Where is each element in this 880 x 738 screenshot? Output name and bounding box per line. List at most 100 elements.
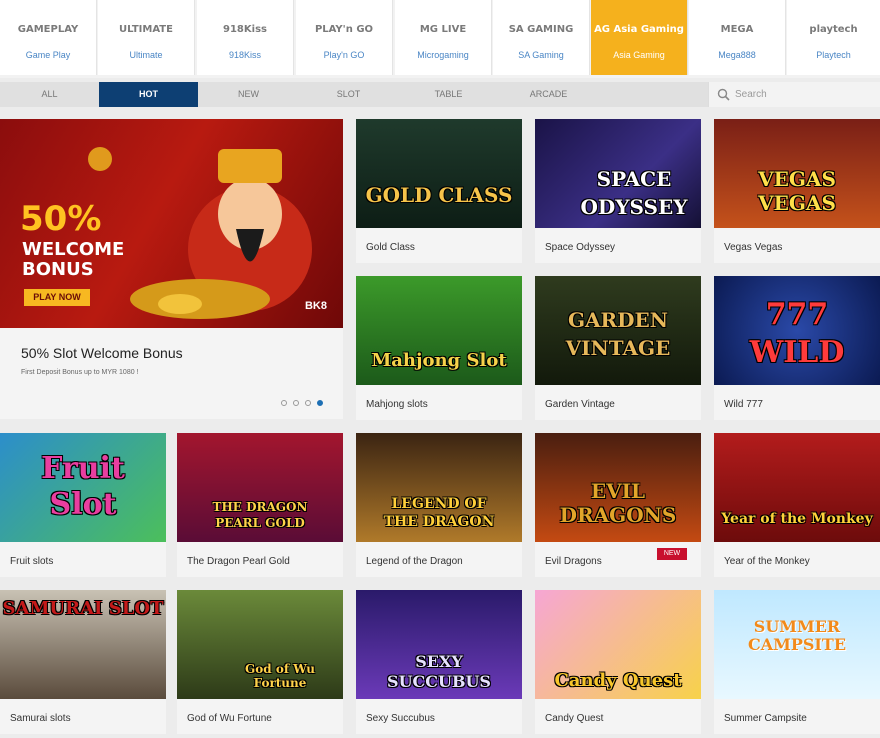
game-card-god-of-wu-fortune[interactable]: God of Wu Fortune God of Wu Fortune [177,590,343,734]
game-name: Fruit slots [10,556,54,567]
game-thumbnail: 777 WILD [714,276,880,385]
game-name: Legend of the Dragon [366,556,463,567]
provider-playngo[interactable]: PLAY'n GO Play'n GO [296,0,393,75]
game-card-candy-quest[interactable]: Candy Quest Candy Quest [535,590,701,734]
carousel-dot[interactable] [305,400,311,406]
game-name: Gold Class [366,242,415,253]
game-name: The Dragon Pearl Gold [187,556,290,567]
banner-image: 50% WELCOME BONUS PLAY NOW BK8 [0,119,343,328]
provider-playtech[interactable]: playtech Playtech [787,0,880,75]
carousel-dot[interactable] [281,400,287,406]
game-thumbnail: Mahjong Slot [356,276,522,385]
game-card-samurai-slots[interactable]: SAMURAI SLOT Samurai slots [0,590,166,734]
provider-918kiss[interactable]: 918Kiss 918Kiss [197,0,294,75]
game-card-fruit-slots[interactable]: Fruit Slot Fruit slots [0,433,166,577]
new-badge: NEW [657,548,687,560]
game-name: Mahjong slots [366,399,428,410]
game-thumbnail: SUMMER CAMPSITE [714,590,880,699]
mega-logo-icon: MEGA [720,23,754,35]
ultimate-logo-icon: ULTIMATE [119,23,173,35]
provider-label: 918Kiss [228,50,262,60]
playtech-logo-icon: playtech [809,23,858,35]
game-card-sexy-succubus[interactable]: SEXY SUCCUBUS Sexy Succubus [356,590,522,734]
game-card-summer-campsite[interactable]: SUMMER CAMPSITE Summer Campsite [714,590,880,734]
game-name: Year of the Monkey [724,556,810,567]
provider-sa-gaming[interactable]: SA GAMING SA Gaming [493,0,590,75]
game-art-title: Year of the Monkey [721,511,873,527]
banner-subtitle: First Deposit Bonus up to MYR 1080 ! [21,369,139,376]
game-card-gold-class[interactable]: GOLD CLASS Gold Class [356,119,522,263]
game-art-title: GARDEN VINTAGE [565,308,671,360]
tab-arcade[interactable]: ARCADE [499,82,598,107]
banner-title: 50% Slot Welcome Bonus [21,345,183,361]
promo-banner[interactable]: 50% WELCOME BONUS PLAY NOW BK8 50% Slot … [0,119,343,419]
game-thumbnail: LEGEND OF THE DRAGON [356,433,522,542]
provider-asia-gaming[interactable]: AG Asia Gaming Asia Gaming [591,0,688,75]
game-art-title: SPACE ODYSSEY [580,167,688,219]
provider-label: Playtech [816,50,851,60]
carousel-dot-active[interactable] [317,400,323,406]
asia-gaming-logo-icon: AG Asia Gaming [594,23,684,35]
game-thumbnail: Year of the Monkey [714,433,880,542]
provider-gameplay[interactable]: GAMEPLAY Game Play [0,0,97,75]
game-art-title: SUMMER CAMPSITE [747,617,847,654]
tab-slot[interactable]: SLOT [299,82,398,107]
game-art-title: LEGEND OF THE DRAGON [383,496,495,530]
search-box [708,82,880,107]
banner-percent: 50% [20,199,102,239]
provider-label: Mega888 [718,50,756,60]
banner-line-2: BONUS [22,259,94,280]
provider-label: SA Gaming [518,50,564,60]
game-name: Sexy Succubus [366,713,435,724]
game-art-title: Candy Quest [554,670,682,691]
game-name: Space Odyssey [545,242,616,253]
game-thumbnail: Fruit Slot [0,433,166,542]
game-card-year-of-the-monkey[interactable]: Year of the Monkey Year of the Monkey [714,433,880,577]
game-art-title: SEXY SUCCUBUS [387,652,491,691]
gameplay-logo-icon: GAMEPLAY [17,23,79,35]
game-name: God of Wu Fortune [187,713,272,724]
game-name: Summer Campsite [724,713,807,724]
game-thumbnail: EVIL DRAGONS [535,433,701,542]
game-name: Samurai slots [10,713,71,724]
tab-hot[interactable]: HOT [99,82,198,107]
game-card-legend-of-the-dragon[interactable]: LEGEND OF THE DRAGON Legend of the Drago… [356,433,522,577]
game-card-mahjong-slots[interactable]: Mahjong Slot Mahjong slots [356,276,522,420]
carousel-dot[interactable] [293,400,299,406]
provider-ultimate[interactable]: ULTIMATE Ultimate [98,0,195,75]
game-art-title: VEGAS VEGAS [758,167,836,215]
provider-bar: GAMEPLAY Game Play ULTIMATE Ultimate 918… [0,0,880,78]
game-name: Evil Dragons [545,556,602,567]
game-card-space-odyssey[interactable]: SPACE ODYSSEY Space Odyssey [535,119,701,263]
game-name: Garden Vintage [545,399,615,410]
provider-label: Microgaming [417,50,469,60]
game-thumbnail: God of Wu Fortune [177,590,343,699]
game-name: Wild 777 [724,399,763,410]
tab-new[interactable]: NEW [199,82,298,107]
provider-label: Game Play [25,50,71,60]
918kiss-logo-icon: 918Kiss [223,23,267,35]
tab-table[interactable]: TABLE [399,82,498,107]
game-card-vegas-vegas[interactable]: VEGAS VEGAS Vegas Vegas [714,119,880,263]
game-card-dragon-pearl-gold[interactable]: THE DRAGON PEARL GOLD The Dragon Pearl G… [177,433,343,577]
provider-mega888[interactable]: MEGA Mega888 [689,0,786,75]
mglive-logo-icon: MG LIVE [419,23,467,35]
game-art-title: Fruit Slot [41,451,125,522]
category-tabs: ALL HOT NEW SLOT TABLE ARCADE [0,82,880,107]
game-card-garden-vintage[interactable]: GARDEN VINTAGE Garden Vintage [535,276,701,420]
search-icon [717,88,730,101]
tab-all[interactable]: ALL [0,82,99,107]
game-card-wild-777[interactable]: 777 WILD Wild 777 [714,276,880,420]
banner-line-1: WELCOME [22,239,125,260]
game-art-title: GOLD CLASS [365,183,513,207]
game-thumbnail: VEGAS VEGAS [714,119,880,228]
sa-gaming-logo-icon: SA GAMING [508,23,574,35]
game-card-evil-dragons[interactable]: EVIL DRAGONS NEW Evil Dragons [535,433,701,577]
provider-label: Play'n GO [323,50,365,60]
bk8-logo: BK8 [304,300,327,312]
play-now-button[interactable]: PLAY NOW [24,289,90,306]
game-name: Candy Quest [545,713,604,724]
search-input[interactable] [735,86,875,103]
game-art-title: EVIL DRAGONS [559,479,677,527]
provider-microgaming[interactable]: MG LIVE Microgaming [395,0,492,75]
